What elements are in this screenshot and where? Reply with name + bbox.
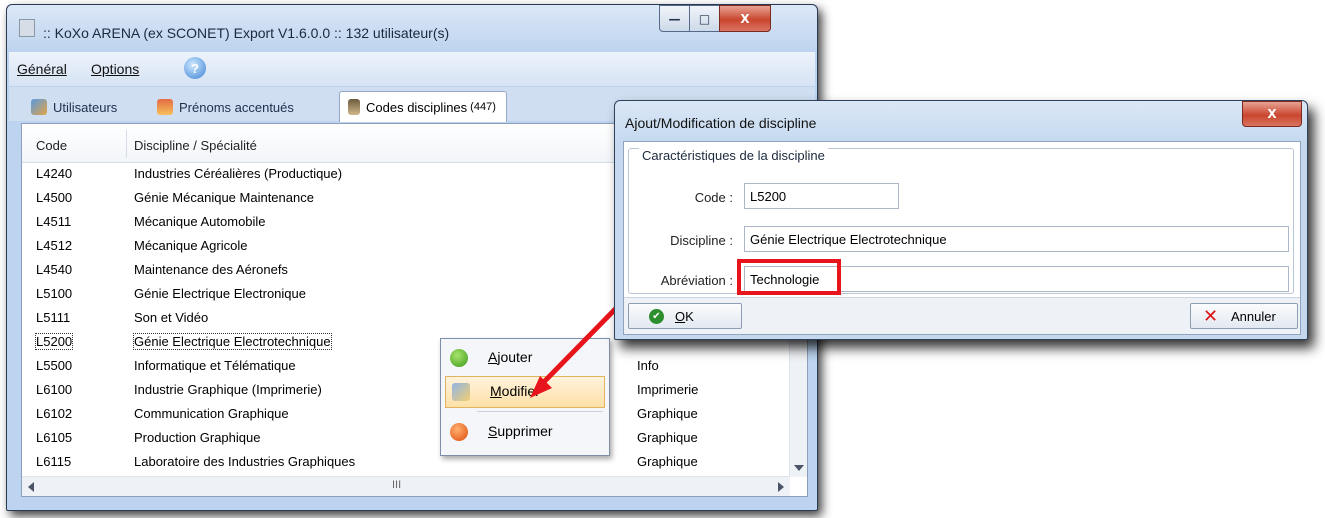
table-row[interactable]: L6105 Production Graphique Graphique: [22, 426, 790, 450]
checkmark-icon: ✔: [649, 309, 664, 324]
menu-item-supprimer[interactable]: Supprimer: [444, 417, 606, 447]
table-row[interactable]: L5500 Informatique et Télématique Info: [22, 354, 790, 378]
cell-discipline: Mécanique Agricole: [134, 238, 248, 253]
horizontal-scrollbar[interactable]: III: [22, 476, 790, 496]
scroll-down-icon[interactable]: [794, 465, 804, 471]
delete-icon: [450, 423, 468, 441]
cross-icon: ✕: [1203, 306, 1219, 327]
column-separator: [126, 130, 127, 158]
scroll-left-icon[interactable]: [28, 482, 34, 492]
menu-bar: Général Options ?: [9, 52, 815, 86]
menu-options[interactable]: Options: [91, 61, 139, 77]
maximize-button[interactable]: □: [689, 5, 720, 32]
cell-abbreviation: Graphique: [637, 406, 698, 421]
ok-button[interactable]: ✔ OK: [628, 303, 742, 329]
cell-discipline: Mécanique Automobile: [134, 214, 266, 229]
menu-general[interactable]: Général: [17, 61, 67, 77]
cell-discipline: Production Graphique: [134, 430, 261, 445]
menu-general-label: Général: [17, 61, 67, 77]
cell-code: L6105: [36, 430, 73, 445]
menu-item-label: Ajouter: [488, 349, 533, 365]
edit-icon: [452, 383, 470, 401]
cell-discipline: Génie Mécanique Maintenance: [134, 190, 314, 205]
cell-code: L5200: [34, 333, 74, 350]
cell-abbreviation: Graphique: [637, 454, 698, 469]
table-row[interactable]: L6102 Communication Graphique Graphique: [22, 402, 790, 426]
minimize-button[interactable]: —: [659, 5, 690, 32]
menu-separator: [477, 411, 603, 412]
chess-piece-icon: [348, 99, 360, 115]
cell-discipline: Communication Graphique: [134, 406, 289, 421]
cell-code: L5111: [36, 310, 71, 325]
column-header-discipline[interactable]: Discipline / Spécialité: [134, 138, 257, 153]
tab-prenoms-accentues[interactable]: Prénoms accentués: [157, 95, 294, 119]
cell-code: L4240: [36, 166, 73, 181]
tab-codes-disciplines[interactable]: Codes disciplines (447): [339, 91, 507, 122]
tab-label: Prénoms accentués: [179, 99, 294, 115]
scroll-right-icon[interactable]: [778, 482, 784, 492]
table-row[interactable]: L6100 Industrie Graphique (Imprimerie) Imp…: [22, 378, 790, 402]
cell-discipline: Génie Electrique Electronique: [134, 286, 306, 301]
tab-label: Codes disciplines: [366, 99, 468, 115]
person-icon: [157, 99, 173, 115]
code-field[interactable]: L5200: [744, 183, 899, 209]
tab-label: Utilisateurs: [53, 99, 118, 115]
cell-code: L5100: [36, 286, 73, 301]
dialog-title: Ajout/Modification de discipline: [625, 115, 817, 131]
help-icon[interactable]: ?: [184, 57, 206, 79]
app-icon: [19, 19, 35, 37]
abbreviation-label: Abréviation :: [660, 273, 733, 288]
tab-utilisateurs[interactable]: Utilisateurs: [31, 95, 117, 119]
cancel-button[interactable]: ✕ Annuler: [1190, 303, 1298, 329]
characteristics-group: Caractéristiques de la discipline Code :…: [628, 148, 1294, 295]
cell-abbreviation: Graphique: [637, 430, 698, 445]
cell-code: L4500: [36, 190, 73, 205]
users-icon: [31, 99, 47, 115]
highlight-box: [737, 259, 841, 295]
add-icon: [450, 349, 468, 367]
ok-label: OK: [675, 309, 694, 324]
menu-options-label: Options: [91, 61, 140, 77]
dialog-close-button[interactable]: X: [1242, 101, 1302, 127]
discipline-field[interactable]: Génie Electrique Electrotechnique: [744, 226, 1289, 252]
cell-discipline: Industries Céréalières (Productique): [134, 166, 343, 181]
cancel-label: Annuler: [1231, 309, 1276, 324]
cell-code: L4511: [36, 214, 72, 229]
group-title: Caractéristiques de la discipline: [639, 148, 828, 163]
window-title: :: KoXo ARENA (ex SCONET) Export V1.6.0.…: [43, 25, 450, 41]
cell-discipline: Maintenance des Aéronefs: [134, 262, 288, 277]
tab-count: (447): [470, 101, 496, 113]
menu-item-label: Supprimer: [488, 423, 553, 439]
cell-discipline: Informatique et Télématique: [134, 358, 296, 373]
column-header-code[interactable]: Code: [36, 138, 67, 153]
cell-discipline: Industrie Graphique (Imprimerie): [134, 382, 322, 397]
dialog-footer: ✔ OK ✕ Annuler: [624, 297, 1300, 334]
title-bar: :: KoXo ARENA (ex SCONET) Export V1.6.0.…: [7, 5, 817, 51]
discipline-label: Discipline :: [670, 233, 733, 248]
close-button[interactable]: X: [719, 5, 771, 32]
cell-code: L4540: [36, 262, 73, 277]
cell-discipline: Laboratoire des Industries Graphiques: [134, 454, 356, 469]
discipline-dialog: Ajout/Modification de discipline X Carac…: [614, 100, 1308, 340]
table-row[interactable]: L6115 Laboratoire des Industries Graphiqu…: [22, 450, 790, 474]
cell-discipline: Son et Vidéo: [134, 310, 209, 325]
dialog-body: Caractéristiques de la discipline Code :…: [623, 141, 1301, 335]
cell-code: L6102: [36, 406, 73, 421]
cell-code: L6100: [36, 382, 73, 397]
cell-code: L4512: [36, 238, 73, 253]
cell-code: L6115: [36, 454, 72, 469]
code-label: Code :: [694, 190, 733, 205]
cell-discipline: Génie Electrique Electrotechnique: [133, 333, 332, 350]
scroll-thumb-grip[interactable]: III: [392, 479, 401, 491]
cell-code: L5500: [36, 358, 73, 373]
dialog-title-bar: Ajout/Modification de discipline X: [615, 101, 1307, 141]
